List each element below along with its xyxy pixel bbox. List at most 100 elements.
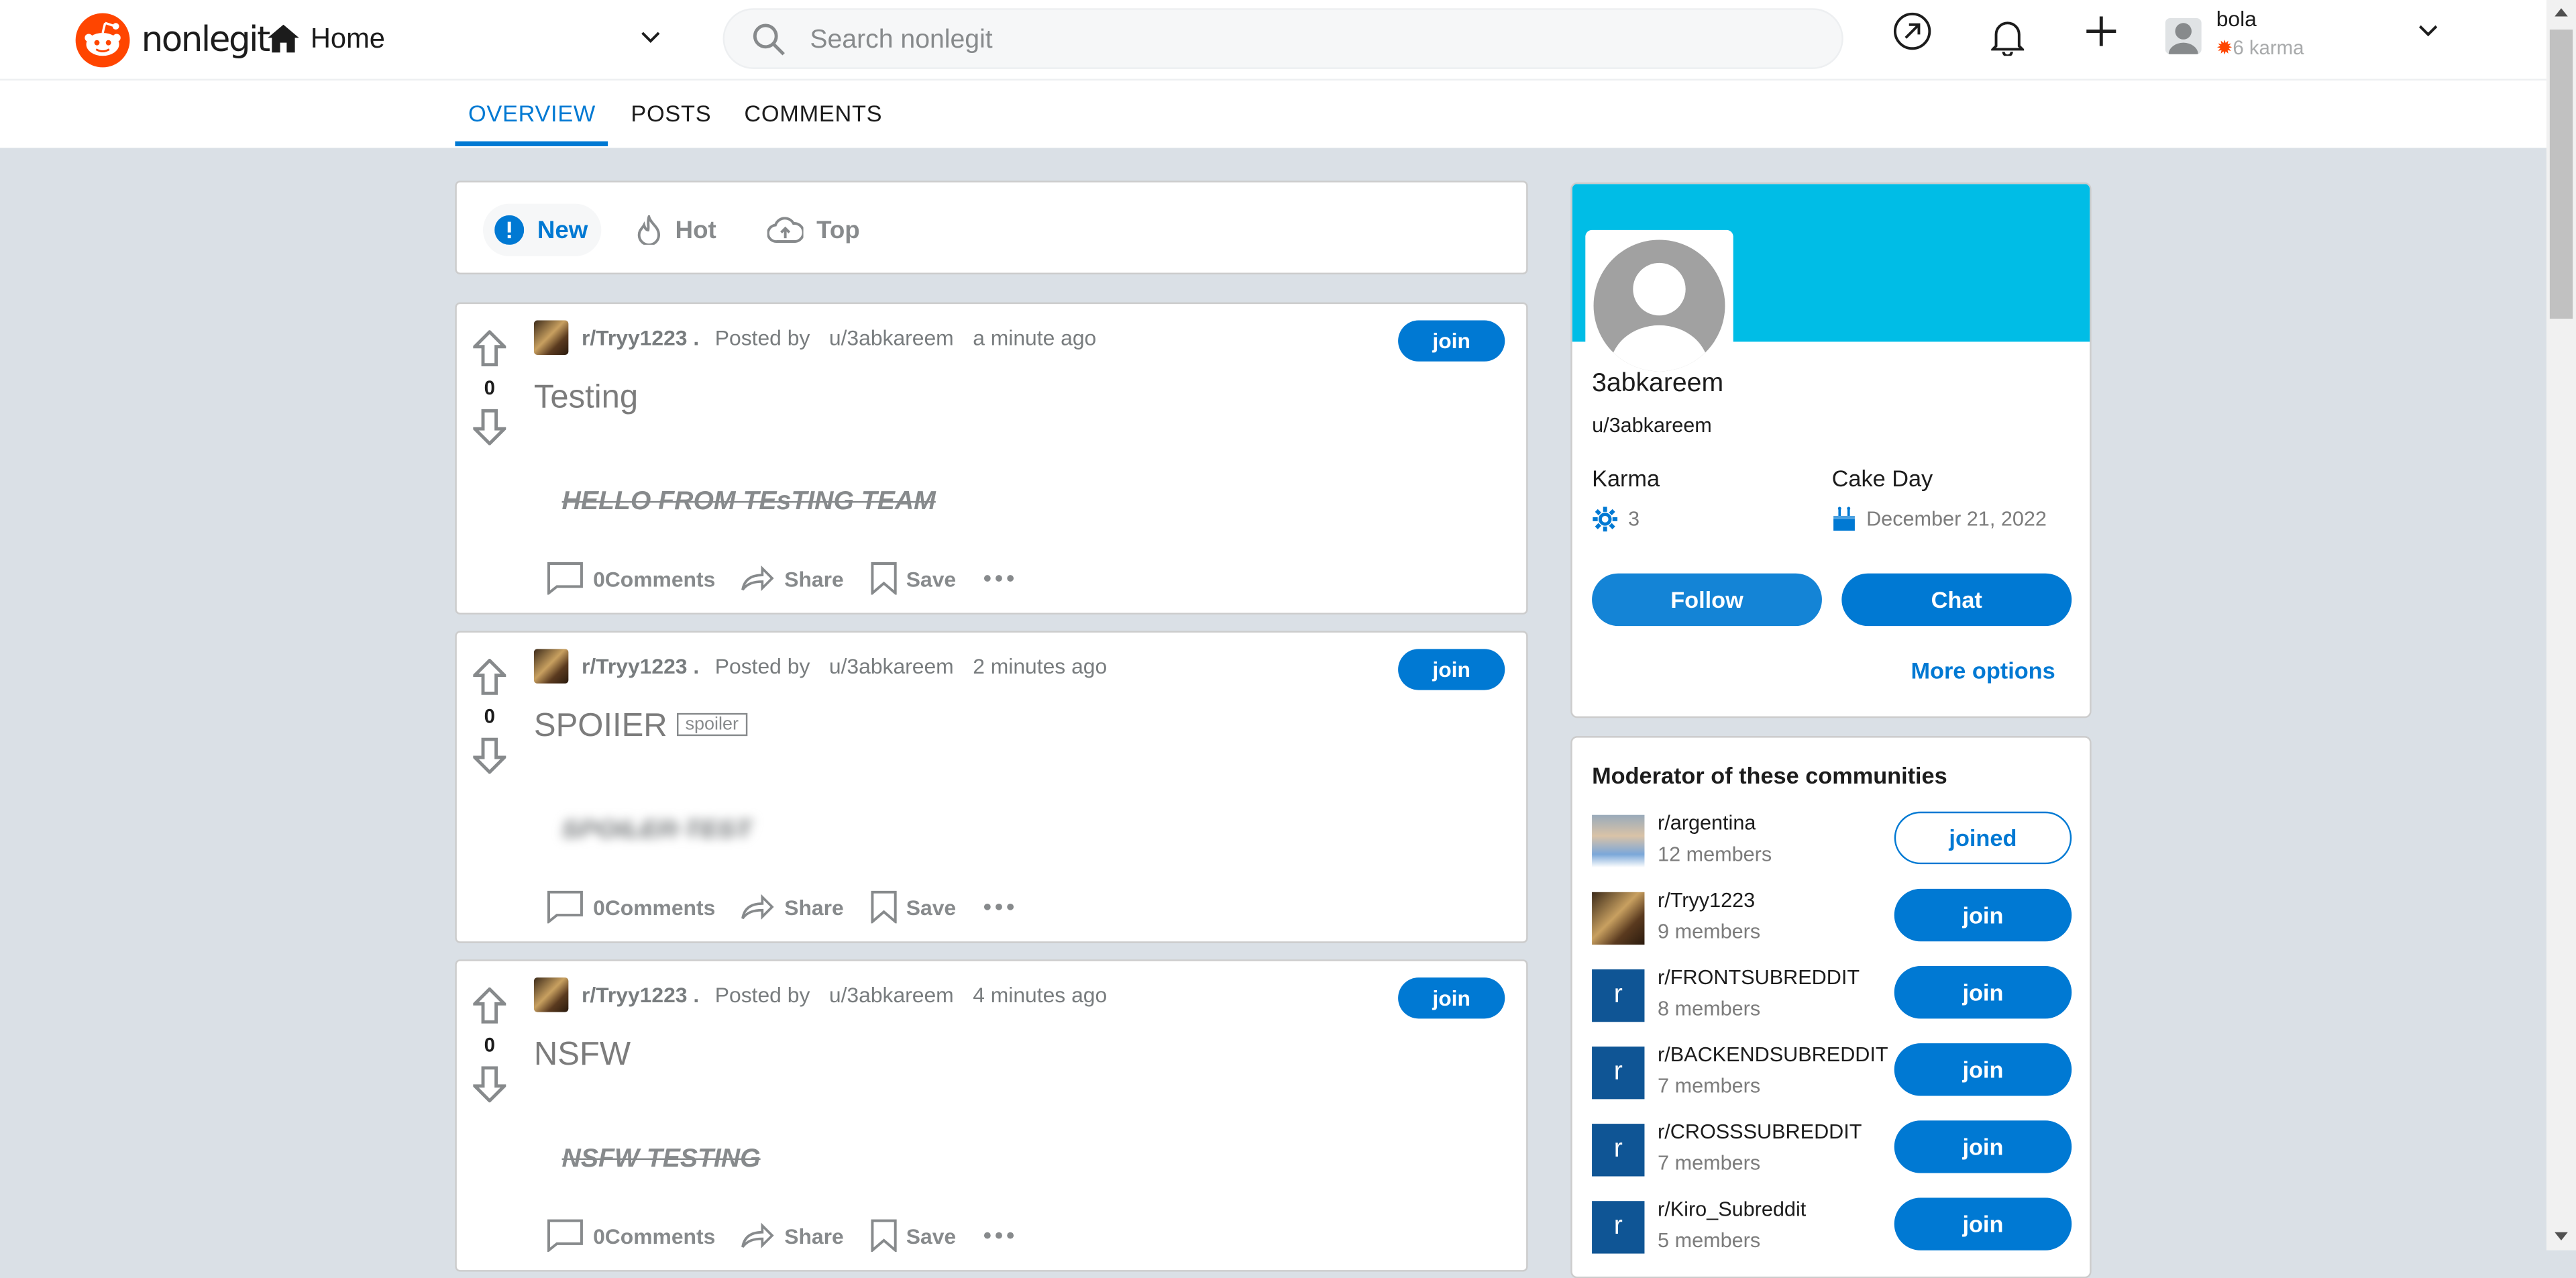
community-row[interactable]: r r/FRONTSUBREDDIT 8 members join [1592, 966, 2076, 1032]
comments-button[interactable]: 0Comments [547, 890, 715, 924]
post-body-spoiler-blurred[interactable]: SPOILER TEST [562, 816, 752, 846]
comments-button[interactable]: 0Comments [547, 562, 715, 595]
subreddit-link[interactable]: r/Tryy1223 . [582, 983, 699, 1008]
community-name[interactable]: r/argentina [1658, 812, 1756, 835]
user-menu-chevron-down-icon[interactable] [2418, 25, 2438, 38]
community-row[interactable]: r/argentina 12 members joined [1592, 811, 2076, 877]
community-row[interactable]: r r/Kiro_Subreddit 5 members join [1592, 1197, 2076, 1263]
follow-button[interactable]: Follow [1592, 573, 1822, 627]
join-button[interactable]: join [1894, 966, 2072, 1019]
community-avatar: r [1592, 1201, 1645, 1254]
brand-name[interactable]: nonlegit [142, 19, 271, 59]
community-avatar: r [1592, 969, 1645, 1022]
karma-flower-icon: ✹ [2216, 36, 2233, 60]
post-card[interactable]: 0 r/Tryy1223 . Posted by u/3abkareem 4 m… [455, 959, 1528, 1272]
top-cloud-upload-icon [767, 217, 804, 243]
post-card[interactable]: 0 r/Tryy1223 . Posted by u/3abkareem 2 m… [455, 631, 1528, 943]
moderator-communities-card: Moderator of these communities r/argenti… [1570, 736, 2092, 1278]
hot-flame-icon [637, 215, 661, 245]
community-name[interactable]: r/Tryy1223 [1658, 889, 1755, 912]
author-link[interactable]: u/3abkareem [829, 983, 954, 1008]
subreddit-icon[interactable] [533, 320, 569, 355]
downvote-arrow-icon[interactable] [473, 1066, 506, 1103]
subreddit-link[interactable]: r/Tryy1223 . [582, 325, 699, 350]
search-input[interactable] [806, 16, 1799, 66]
sort-hot-button[interactable]: Hot [636, 204, 716, 256]
join-button[interactable]: join [1894, 1043, 2072, 1096]
home-icon [268, 24, 299, 53]
cake-day-label: Cake Day [1831, 465, 1933, 492]
posted-by-label: Posted by [714, 325, 810, 350]
community-members: 8 members [1658, 997, 1761, 1020]
community-avatar: r [1592, 1047, 1645, 1100]
more-options-link[interactable]: More options [1911, 657, 2055, 684]
nonlegit-logo-icon[interactable] [75, 13, 130, 68]
subreddit-link[interactable]: r/Tryy1223 . [582, 654, 699, 679]
post-title[interactable]: SPOIIER spoiler [534, 708, 747, 746]
home-dropdown-label[interactable]: Home [311, 23, 385, 56]
current-username[interactable]: bola [2216, 7, 2257, 32]
page-scrollbar[interactable] [2546, 0, 2576, 1250]
downvote-arrow-icon[interactable] [473, 409, 506, 445]
share-button[interactable]: Share [742, 894, 844, 920]
join-button[interactable]: join [1398, 649, 1505, 690]
scrollbar-thumb[interactable] [2549, 30, 2573, 319]
search-icon [753, 23, 785, 56]
share-button[interactable]: Share [742, 1222, 844, 1248]
join-button[interactable]: join [1398, 977, 1505, 1019]
author-link[interactable]: u/3abkareem [829, 654, 954, 679]
new-icon [494, 215, 525, 245]
save-button[interactable]: Save [870, 562, 956, 595]
join-button[interactable]: join [1398, 320, 1505, 362]
community-name[interactable]: r/FRONTSUBREDDIT [1658, 966, 1860, 989]
community-name[interactable]: r/CROSSSUBREDDIT [1658, 1120, 1862, 1143]
create-post-plus-icon[interactable] [2085, 15, 2118, 48]
subreddit-icon[interactable] [533, 649, 569, 684]
share-arrow-icon [742, 1222, 775, 1248]
vote-count: 0 [484, 376, 495, 400]
subreddit-icon[interactable] [533, 977, 569, 1012]
popular-compass-icon[interactable] [1892, 11, 1932, 51]
vote-count: 0 [484, 704, 495, 728]
joined-button[interactable]: joined [1894, 811, 2072, 865]
community-row[interactable]: r r/BACKENDSUBREDDIT 7 members join [1592, 1043, 2076, 1109]
scroll-up-arrow-icon[interactable] [2555, 8, 2568, 17]
user-avatar[interactable] [2165, 17, 2202, 54]
more-options-ellipsis-icon[interactable] [982, 1230, 1025, 1240]
join-button[interactable]: join [1894, 888, 2072, 942]
chevron-down-icon[interactable] [641, 32, 660, 45]
post-title[interactable]: Testing [534, 380, 638, 417]
upvote-arrow-icon[interactable] [473, 987, 506, 1024]
active-tab-indicator [455, 141, 608, 146]
tab-overview[interactable]: OVERVIEW [468, 100, 596, 126]
share-button[interactable]: Share [742, 565, 844, 592]
join-button[interactable]: join [1894, 1197, 2072, 1250]
author-link[interactable]: u/3abkareem [829, 325, 954, 350]
post-card[interactable]: 0 r/Tryy1223 . Posted by u/3abkareem a m… [455, 302, 1528, 615]
sort-new-label: New [537, 216, 588, 244]
search-bar[interactable] [722, 8, 1843, 69]
save-button[interactable]: Save [870, 1219, 956, 1253]
share-arrow-icon [742, 894, 775, 920]
chat-button[interactable]: Chat [1841, 573, 2072, 627]
scroll-down-arrow-icon[interactable] [2555, 1232, 2568, 1240]
community-row[interactable]: r/Tryy1223 9 members join [1592, 888, 2076, 955]
community-name[interactable]: r/Kiro_Subreddit [1658, 1197, 1806, 1220]
comments-button[interactable]: 0Comments [547, 1219, 715, 1253]
community-name[interactable]: r/BACKENDSUBREDDIT [1658, 1043, 1888, 1066]
community-row[interactable]: r r/CROSSSUBREDDIT 7 members join [1592, 1120, 2076, 1186]
moderator-card-title: Moderator of these communities [1592, 762, 1947, 789]
sort-new-button[interactable]: New [483, 203, 601, 257]
post-title[interactable]: NSFW [534, 1036, 631, 1074]
tab-comments[interactable]: COMMENTS [744, 100, 882, 126]
more-options-ellipsis-icon[interactable] [982, 902, 1025, 912]
upvote-arrow-icon[interactable] [473, 330, 506, 367]
save-button[interactable]: Save [870, 890, 956, 924]
more-options-ellipsis-icon[interactable] [982, 574, 1025, 584]
sort-top-button[interactable]: Top [767, 204, 860, 256]
join-button[interactable]: join [1894, 1120, 2072, 1173]
notification-bell-icon[interactable] [1991, 19, 2025, 56]
upvote-arrow-icon[interactable] [473, 659, 506, 695]
tab-posts[interactable]: POSTS [631, 100, 711, 126]
downvote-arrow-icon[interactable] [473, 737, 506, 774]
